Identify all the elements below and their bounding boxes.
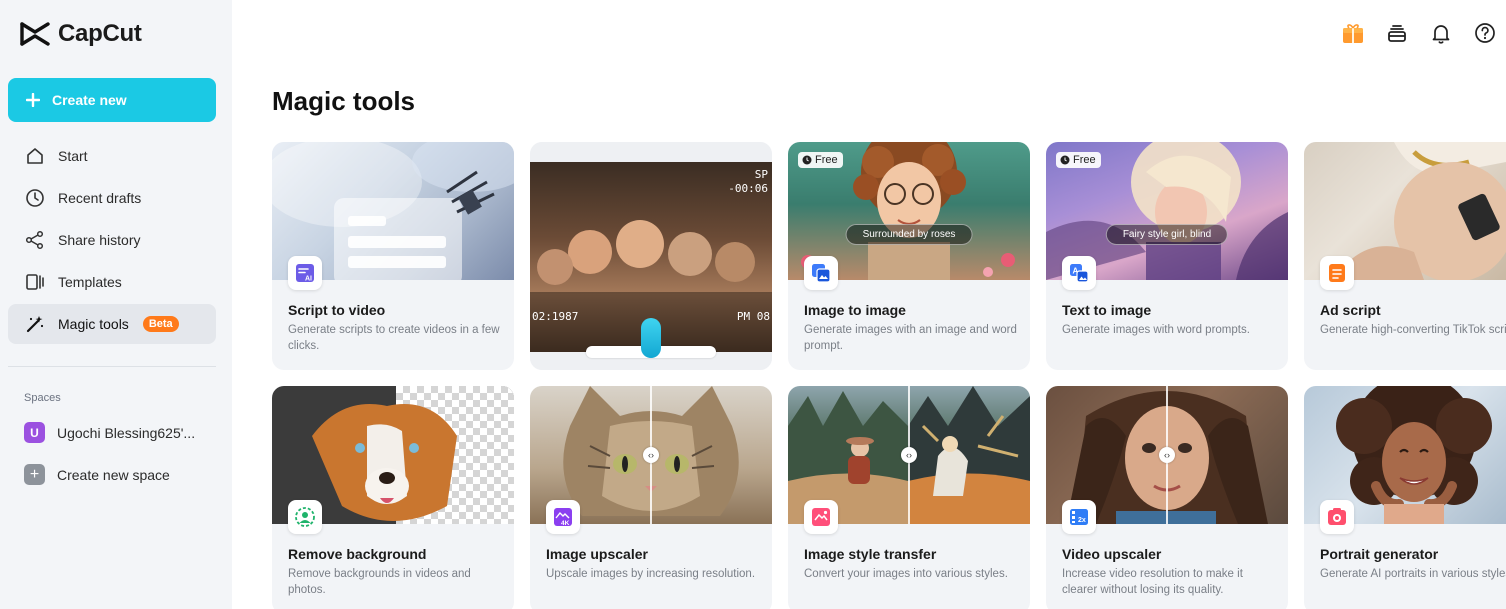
text-to-image-icon: A: [1062, 256, 1096, 290]
spaces-heading: Spaces: [24, 392, 61, 404]
tool-card-ad-script[interactable]: Ad script Generate high-converting TikTo…: [1304, 142, 1506, 370]
card-description: Remove backgrounds in videos and photos.: [288, 568, 471, 596]
svg-text:4K: 4K: [561, 520, 570, 527]
portrait-icon: [1320, 500, 1354, 534]
sidebar-item-label: Magic tools: [58, 316, 129, 332]
card-title: Text to image: [1062, 302, 1152, 318]
style-transfer-icon: [804, 500, 838, 534]
tool-card-image-upscaler[interactable]: ‹› 4K Image upscaler Upscale images by i…: [530, 386, 772, 609]
space-avatar: U: [24, 422, 45, 443]
templates-icon: [24, 271, 46, 293]
svg-text:2x: 2x: [1078, 517, 1086, 524]
sidebar-item-magic-tools[interactable]: Magic tools Beta: [8, 304, 216, 344]
sidebar: CapCut Create new Start Recent drafts Sh…: [0, 0, 232, 609]
home-icon: [24, 145, 46, 167]
prompt-pill: Fairy style girl, blind: [1105, 224, 1229, 245]
tool-card-text-to-image[interactable]: Free Fairy style girl, blind A Text to i…: [1046, 142, 1288, 370]
tool-card-image-style-transfer[interactable]: ‹› Image style transfer Convert your ima…: [788, 386, 1030, 609]
clock-icon: [24, 187, 46, 209]
free-badge: Free: [1056, 152, 1101, 168]
clock-icon: [1060, 155, 1070, 165]
stack-icon[interactable]: [1386, 22, 1408, 44]
page-title: Magic tools: [272, 86, 416, 116]
create-new-space-label: Create new space: [57, 466, 170, 483]
sidebar-item-recent-drafts[interactable]: Recent drafts: [8, 178, 216, 218]
capcut-logo[interactable]: CapCut: [20, 20, 142, 48]
gift-icon[interactable]: [1342, 22, 1364, 44]
card-title: Image to image: [804, 302, 906, 318]
card-description: Upscale images by increasing resolution.: [546, 568, 756, 580]
bell-icon[interactable]: [1430, 22, 1452, 44]
comparison-handle-icon[interactable]: ‹›: [643, 447, 659, 463]
ad-script-icon: [1320, 256, 1354, 290]
comparison-handle-icon[interactable]: ‹›: [1159, 447, 1175, 463]
video-timestamp-right-2: -00:06: [728, 182, 768, 195]
card-description: Generate AI portraits in various styles.: [1320, 568, 1506, 580]
create-new-button[interactable]: Create new: [8, 78, 216, 122]
plus-icon: [26, 93, 40, 107]
free-badge-label: Free: [1073, 154, 1096, 166]
clock-icon: [802, 155, 812, 165]
card-title: Image upscaler: [546, 546, 648, 562]
card-description: Generate scripts to create videos in a f…: [288, 324, 500, 352]
tool-card-portrait-generator[interactable]: Portrait generator Generate AI portraits…: [1304, 386, 1506, 609]
sidebar-item-label: Recent drafts: [58, 190, 142, 206]
sidebar-item-label: Start: [58, 148, 88, 164]
sidebar-item-share-history[interactable]: Share history: [8, 220, 216, 260]
free-badge-label: Free: [815, 154, 838, 166]
beta-badge: Beta: [142, 316, 179, 332]
upscale-4k-icon: 4K: [546, 500, 580, 534]
sidebar-item-label: Share history: [58, 232, 141, 248]
card-description: Generate images with an image and word p…: [804, 324, 1017, 352]
share-icon: [24, 229, 46, 251]
script-ai-icon: AI: [288, 256, 322, 290]
comparison-handle-icon[interactable]: ‹›: [901, 447, 917, 463]
capcut-logo-icon: [20, 22, 50, 46]
app-name: CapCut: [58, 20, 142, 47]
help-icon[interactable]: [1474, 22, 1496, 44]
card-title: Remove background: [288, 546, 427, 562]
tool-card-script-to-video[interactable]: AI Script to video Generate scripts to c…: [272, 142, 514, 370]
svg-text:AI: AI: [305, 276, 312, 283]
create-new-label: Create new: [52, 92, 127, 108]
magic-wand-icon: [24, 313, 46, 335]
space-item[interactable]: U Ugochi Blessing625'...: [24, 422, 214, 443]
card-title: Video upscaler: [1062, 546, 1162, 562]
card-title: Ad script: [1320, 302, 1381, 318]
image-to-image-icon: [804, 256, 838, 290]
card-description: Convert your images into various styles.: [804, 568, 1008, 580]
sidebar-item-label: Templates: [58, 274, 122, 290]
tool-card-video-editor[interactable]: SP -00:06 02:1987 PM 08: [530, 142, 772, 370]
remove-background-icon: [288, 500, 322, 534]
plus-icon: +: [24, 464, 45, 485]
free-badge: Free: [798, 152, 843, 168]
sidebar-item-start[interactable]: Start: [8, 136, 216, 176]
create-new-space-button[interactable]: + Create new space: [24, 464, 214, 485]
video-timestamp-left: 02:1987: [532, 310, 579, 323]
tool-card-video-upscaler[interactable]: ‹› 2x Video upscaler Increase video reso…: [1046, 386, 1288, 609]
tool-card-remove-background[interactable]: Remove background Remove backgrounds in …: [272, 386, 514, 609]
card-description: Generate images with word prompts.: [1062, 324, 1250, 336]
video-upscale-icon: 2x: [1062, 500, 1096, 534]
video-scrub-handle[interactable]: [641, 318, 661, 358]
card-title: Script to video: [288, 302, 386, 318]
tool-card-image-to-image[interactable]: Free Surrounded by roses Image to image …: [788, 142, 1030, 370]
card-description: Increase video resolution to make it cle…: [1062, 568, 1243, 596]
card-title: Portrait generator: [1320, 546, 1439, 562]
card-title: Image style transfer: [804, 546, 937, 562]
card-thumbnail: SP -00:06 02:1987 PM 08: [530, 142, 772, 370]
sidebar-nav: Start Recent drafts Share history Templa…: [8, 136, 216, 346]
space-name: Ugochi Blessing625'...: [57, 424, 196, 441]
header-actions: [1342, 22, 1496, 44]
video-timestamp-pm: PM 08: [736, 310, 770, 323]
sidebar-divider: [8, 366, 216, 367]
video-timestamp-right: SP: [754, 168, 768, 181]
sidebar-item-templates[interactable]: Templates: [8, 262, 216, 302]
prompt-pill: Surrounded by roses: [845, 224, 973, 245]
card-description: Generate high-converting TikTok scripts.: [1320, 324, 1506, 336]
